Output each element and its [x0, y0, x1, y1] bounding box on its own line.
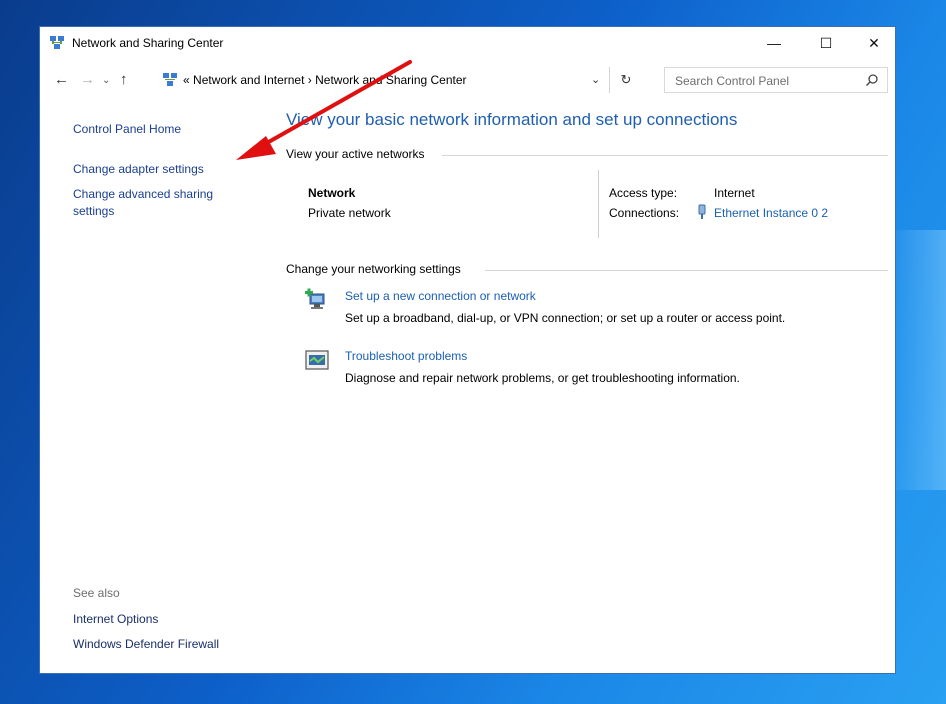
- setup-connection-description: Set up a broadband, dial-up, or VPN conn…: [345, 311, 786, 325]
- control-panel-home-link[interactable]: Control Panel Home: [73, 122, 181, 136]
- search-box[interactable]: Search Control Panel: [664, 67, 888, 93]
- change-advanced-sharing-link[interactable]: Change advanced sharing: [73, 187, 213, 201]
- navigation-bar: ← → ⌄ ↑ « Network and Internet › Network…: [40, 65, 895, 97]
- change-adapter-settings-link[interactable]: Change adapter settings: [73, 162, 204, 176]
- access-type-label: Access type:: [609, 186, 678, 200]
- search-input[interactable]: Search Control Panel: [675, 74, 789, 88]
- maximize-button[interactable]: ☐: [803, 27, 849, 59]
- setup-connection-link[interactable]: Set up a new connection or network: [345, 289, 536, 303]
- recent-locations-chevron-icon[interactable]: ⌄: [102, 75, 110, 86]
- windows-defender-firewall-link[interactable]: Windows Defender Firewall: [73, 637, 219, 651]
- connections-label: Connections:: [609, 206, 680, 220]
- address-bar[interactable]: « Network and Internet › Network and Sha…: [157, 67, 642, 93]
- network-category[interactable]: Private network: [308, 206, 391, 220]
- breadcrumb-network-and-sharing-center[interactable]: Network and Sharing Center: [315, 73, 466, 87]
- forward-arrow-icon[interactable]: →: [80, 71, 95, 88]
- network-icon: [50, 36, 64, 49]
- troubleshoot-problems-description: Diagnose and repair network problems, or…: [345, 371, 740, 385]
- ethernet-icon: [698, 204, 706, 219]
- page-title: View your basic network information and …: [286, 110, 738, 129]
- back-arrow-icon[interactable]: ←: [54, 71, 69, 88]
- network-name: Network: [308, 186, 356, 200]
- access-type-value: Internet: [714, 186, 755, 200]
- breadcrumb: « Network and Internet › Network and Sha…: [183, 73, 467, 87]
- address-dropdown-icon[interactable]: ⌄: [591, 73, 600, 86]
- refresh-icon[interactable]: ↻: [609, 67, 642, 93]
- window-title: Network and Sharing Center: [72, 36, 224, 50]
- breadcrumb-separator[interactable]: ›: [308, 73, 312, 87]
- active-networks-heading: View your active networks: [286, 147, 425, 161]
- search-icon: [866, 74, 878, 86]
- change-advanced-sharing-link-cont[interactable]: settings: [73, 204, 114, 218]
- see-also-heading: See also: [73, 586, 120, 600]
- vertical-divider: [598, 170, 599, 238]
- breadcrumb-network-and-internet[interactable]: Network and Internet: [193, 73, 304, 87]
- network-icon: [163, 73, 177, 86]
- minimize-button[interactable]: —: [751, 27, 797, 59]
- change-settings-heading: Change your networking settings: [286, 262, 461, 276]
- new-connection-icon: [305, 288, 325, 309]
- close-button[interactable]: ✕: [851, 27, 897, 59]
- title-bar: Network and Sharing Center — ☐ ✕: [40, 27, 895, 59]
- troubleshoot-icon: [305, 350, 329, 370]
- ethernet-connection-link[interactable]: Ethernet Instance 0 2: [714, 206, 828, 220]
- breadcrumb-overflow[interactable]: «: [183, 73, 190, 87]
- troubleshoot-problems-link[interactable]: Troubleshoot problems: [345, 349, 467, 363]
- section-divider: [485, 270, 888, 271]
- internet-options-link[interactable]: Internet Options: [73, 612, 158, 626]
- section-divider: [442, 155, 888, 156]
- network-sharing-center-window: Network and Sharing Center — ☐ ✕ ← → ⌄ ↑…: [39, 26, 896, 674]
- up-arrow-icon[interactable]: ↑: [120, 71, 128, 88]
